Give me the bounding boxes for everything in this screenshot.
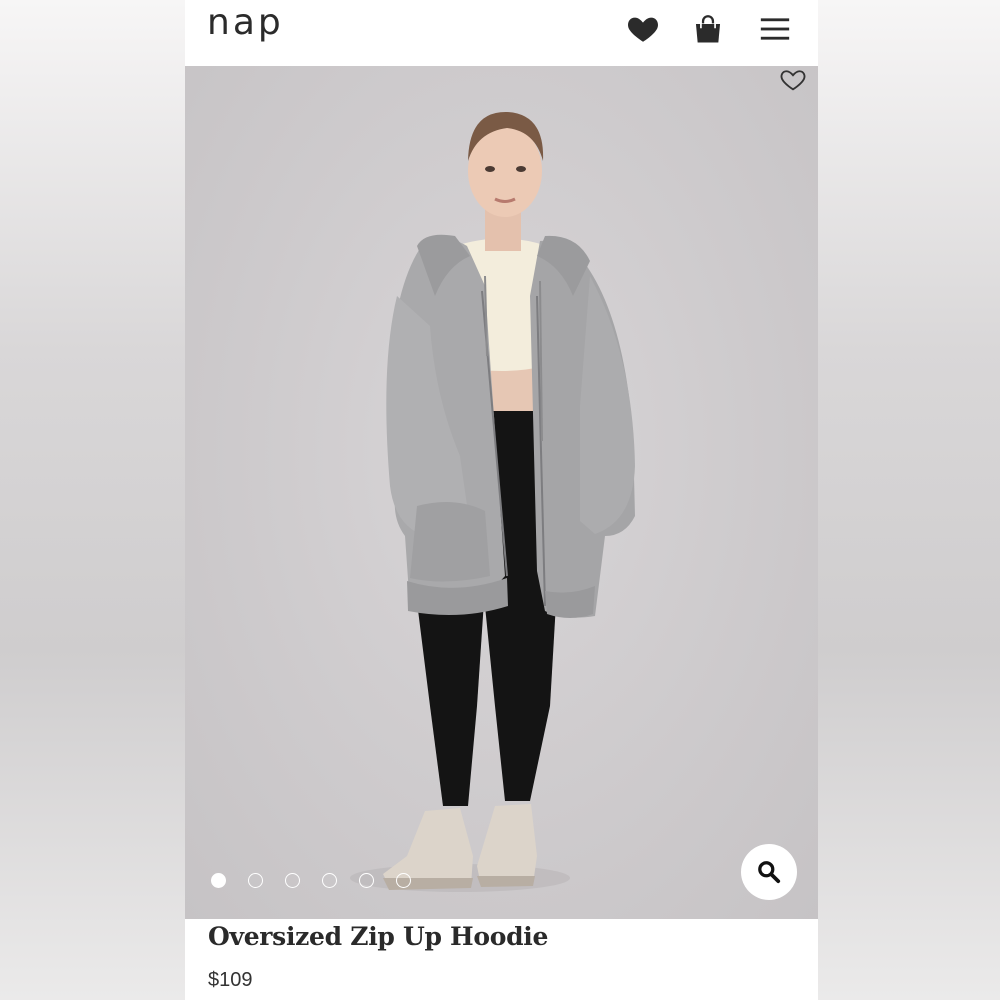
- favorite-heart-outline-icon[interactable]: [778, 66, 808, 94]
- carousel-indicator: [211, 873, 411, 888]
- carousel-dot[interactable]: [285, 873, 300, 888]
- mobile-screen: nap Oversized Zip Up Hoodie $109: [185, 0, 818, 1000]
- carousel-dot[interactable]: [396, 873, 411, 888]
- carousel-dot[interactable]: [359, 873, 374, 888]
- brand-logo[interactable]: nap: [207, 2, 284, 43]
- product-price: $109: [208, 969, 253, 991]
- zoom-magnifier-icon[interactable]: [741, 844, 797, 900]
- wishlist-heart-icon[interactable]: [626, 12, 660, 46]
- product-image[interactable]: [185, 66, 818, 919]
- carousel-dot[interactable]: [248, 873, 263, 888]
- product-title: Oversized Zip Up Hoodie: [208, 922, 549, 951]
- site-header: nap: [185, 0, 818, 66]
- model-photo: [350, 111, 635, 892]
- carousel-dot[interactable]: [322, 873, 337, 888]
- carousel-dot[interactable]: [211, 873, 226, 888]
- hamburger-menu-icon[interactable]: [758, 12, 792, 46]
- backdrop-left: [0, 0, 185, 1000]
- backdrop-right: [818, 0, 1000, 1000]
- shopping-bag-icon[interactable]: [691, 12, 725, 46]
